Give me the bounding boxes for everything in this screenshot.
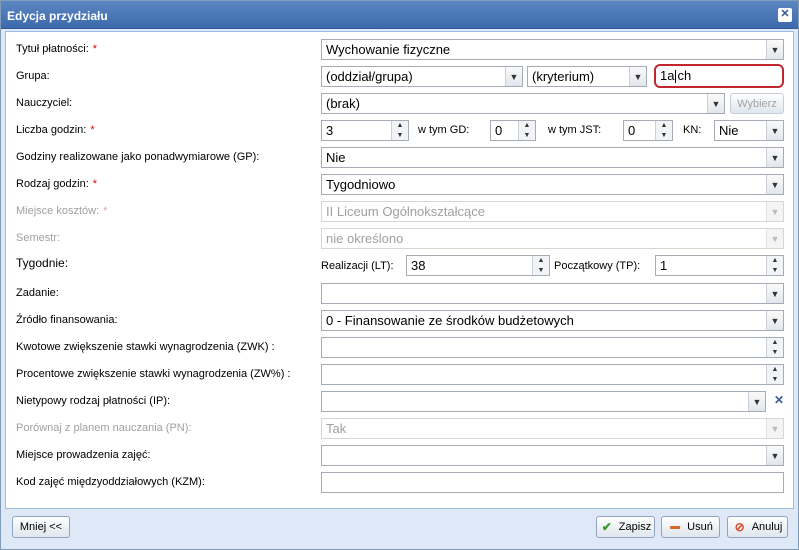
zrodlo-select[interactable]: 0 - Finansowanie ze środków budżetowych ▼ [321, 310, 784, 331]
chevron-down-icon: ▼ [766, 229, 783, 248]
required-marker: * [90, 124, 95, 136]
gd-spinner[interactable]: 0 ▲ ▼ [490, 120, 536, 141]
chevron-down-icon[interactable]: ▼ [629, 67, 646, 86]
grupa-input[interactable]: 1a ch [654, 64, 784, 88]
label-semestr: Semestr: [16, 232, 61, 244]
zwp-spinner[interactable]: ▲ ▼ [321, 364, 784, 385]
label-w-tym-gd: w tym GD: [418, 124, 470, 136]
spinner-arrows-icon[interactable]: ▲ ▼ [532, 256, 549, 275]
label-zwp: Procentowe zwiększenie stawki wynagrodze… [16, 368, 291, 380]
miejsce-kosztow-select: II Liceum Ogólnokształcące ▼ [321, 201, 784, 222]
miejsce-zajec-select[interactable]: ▼ [321, 445, 784, 466]
zadanie-select[interactable]: ▼ [321, 283, 784, 304]
label-nauczyciel: Nauczyciel: [16, 97, 73, 109]
tp-spinner[interactable]: 1 ▲ ▼ [655, 255, 784, 276]
check-icon: ✔ [601, 520, 612, 534]
spinner-arrows-icon[interactable]: ▲ ▼ [518, 121, 535, 140]
spinner-arrows-icon[interactable]: ▲ ▼ [766, 338, 783, 357]
mniej-button[interactable]: Mniej << [12, 516, 70, 538]
jst-spinner[interactable]: 0 ▲ ▼ [623, 120, 673, 141]
kryterium-select[interactable]: (kryterium) ▼ [527, 66, 647, 87]
liczba-godzin-spinner[interactable]: 3 ▲ ▼ [321, 120, 409, 141]
chevron-down-icon[interactable]: ▼ [505, 67, 522, 86]
close-icon[interactable]: ✕ [778, 8, 792, 22]
spinner-arrows-icon[interactable]: ▲ ▼ [766, 256, 783, 275]
spinner-arrows-icon[interactable]: ▲ ▼ [766, 365, 783, 384]
chevron-down-icon: ▼ [766, 419, 783, 438]
chevron-down-icon[interactable]: ▼ [766, 175, 783, 194]
clear-icon[interactable]: ✕ [770, 390, 788, 411]
label-w-tym-jst: w tym JST: [548, 124, 602, 136]
edit-assignment-dialog: Edycja przydziału ✕ Tytuł płatności: * Wy… [0, 0, 799, 550]
rodzaj-select[interactable]: Tygodniowo ▼ [321, 174, 784, 195]
chevron-down-icon[interactable]: ▼ [707, 94, 724, 113]
oddzial-select[interactable]: (oddział/grupa) ▼ [321, 66, 523, 87]
semestr-select: nie określono ▼ [321, 228, 784, 249]
chevron-down-icon[interactable]: ▼ [766, 311, 783, 330]
anuluj-button[interactable]: ⊘ Anuluj [727, 516, 788, 538]
label-zwk: Kwotowe zwiększenie stawki wynagrodzenia… [16, 341, 275, 353]
label-kn: KN: [683, 124, 702, 136]
label-tytul: Tytuł płatności: * [16, 43, 98, 55]
chevron-down-icon[interactable]: ▼ [766, 284, 783, 303]
required-marker: * [103, 205, 108, 217]
dialog-title: Edycja przydziału [7, 9, 108, 23]
usun-button[interactable]: ▬ Usuń [661, 516, 720, 538]
label-zrodlo: Źródło finansowania: [16, 314, 118, 326]
label-tp: Początkowy (TP): [554, 260, 641, 272]
label-miejsce-zajec: Miejsce prowadzenia zajęć: [16, 449, 151, 461]
label-liczba: Liczba godzin: * [16, 124, 95, 136]
chevron-down-icon[interactable]: ▼ [766, 446, 783, 465]
required-marker: * [92, 178, 98, 190]
spinner-arrows-icon[interactable]: ▲ ▼ [391, 121, 408, 140]
gp-select[interactable]: Nie ▼ [321, 147, 784, 168]
label-ip: Nietypowy rodzaj płatności (IP): [16, 395, 171, 407]
chevron-down-icon[interactable]: ▼ [766, 40, 783, 59]
label-kzm: Kod zajęć międzyoddziałowych (KZM): [16, 476, 205, 488]
wybierz-button[interactable]: Wybierz [730, 93, 784, 114]
nauczyciel-select[interactable]: (brak) ▼ [321, 93, 725, 114]
cancel-icon: ⊘ [734, 520, 745, 534]
chevron-down-icon: ▼ [766, 202, 783, 221]
kn-select[interactable]: Nie ▼ [714, 120, 784, 141]
minus-icon: ▬ [670, 521, 681, 532]
pn-select: Tak ▼ [321, 418, 784, 439]
tytul-select[interactable]: Wychowanie fizyczne ▼ [321, 39, 784, 60]
dialog-title-bar: Edycja przydziału ✕ [1, 1, 798, 29]
chevron-down-icon[interactable]: ▼ [766, 121, 783, 140]
label-rodzaj: Rodzaj godzin: * [16, 178, 98, 190]
spinner-arrows-icon[interactable]: ▲ ▼ [655, 121, 672, 140]
label-zadanie: Zadanie: [16, 287, 59, 299]
label-gp: Godziny realizowane jako ponadwymiarowe … [16, 151, 260, 163]
required-marker: * [92, 43, 98, 55]
label-tygodnie: Tygodnie: [16, 256, 69, 270]
zapisz-button[interactable]: ✔ Zapisz [596, 516, 655, 538]
kzm-input[interactable] [321, 472, 784, 493]
label-lt: Realizacji (LT): [321, 260, 394, 272]
label-miejsce-kosztow: Miejsce kosztów: * [16, 205, 108, 217]
ip-select[interactable]: ▼ [321, 391, 766, 412]
form-panel: Tytuł płatności: * Wychowanie fizyczne ▼ G… [5, 31, 794, 509]
label-grupa: Grupa: [16, 70, 50, 82]
chevron-down-icon[interactable]: ▼ [748, 392, 765, 411]
lt-spinner[interactable]: 38 ▲ ▼ [406, 255, 550, 276]
zwk-spinner[interactable]: ▲ ▼ [321, 337, 784, 358]
chevron-down-icon[interactable]: ▼ [766, 148, 783, 167]
dialog-footer: Mniej << ✔ Zapisz ▬ Usuń ⊘ Anuluj [1, 511, 798, 549]
label-pn: Porównaj z planem nauczania (PN): [16, 422, 192, 434]
